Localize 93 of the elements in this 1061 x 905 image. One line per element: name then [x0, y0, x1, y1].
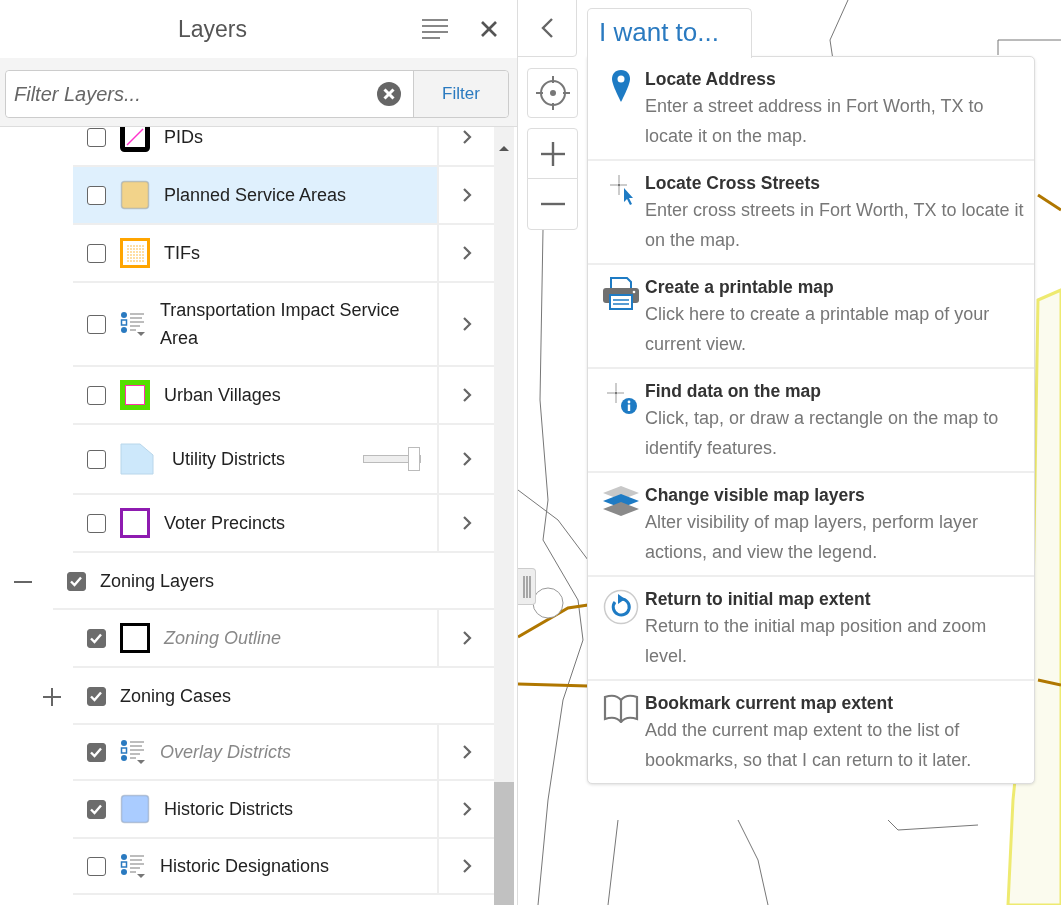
chevron-right-icon — [461, 129, 472, 145]
checkbox[interactable] — [87, 127, 106, 147]
printer-icon — [601, 277, 640, 310]
layer-row[interactable]: Voter Precincts — [73, 495, 437, 553]
menu-item-description: Alter visibility of map layers, perform layer actions, and view the legend. — [645, 511, 980, 564]
minus-icon — [539, 202, 566, 206]
checkbox[interactable] — [87, 856, 106, 876]
menu-item[interactable]: Locate Address Enter a street address in Fort Worth, TX to locate it on the map. — [588, 57, 1034, 161]
chevron-left-icon — [540, 17, 554, 39]
layer-label: Overlay Districts — [160, 741, 291, 764]
layer-label: Utility Districts — [172, 448, 285, 471]
menu-item-title: Find data on the map — [645, 380, 822, 403]
group-label: Zoning Layers — [100, 570, 215, 593]
layer-label: Zoning Outline — [164, 627, 282, 650]
legend-list-icon — [120, 853, 146, 879]
panel-title: Layers — [176, 14, 248, 44]
menu-item-title: Return to initial map extent — [645, 588, 872, 611]
menu-item[interactable]: Return to initial map extent Return to the initial map position and zoom level. — [588, 577, 1034, 681]
menu-item[interactable]: Change visible map layers Alter visibility of map layers, perform layer actions, and view the legend. — [588, 473, 1034, 577]
book-icon — [602, 693, 639, 723]
checkbox[interactable] — [67, 571, 86, 591]
layer-row[interactable]: Historic Districts — [73, 781, 437, 839]
menu-item-title: Locate Cross Streets — [645, 172, 822, 195]
checkbox[interactable] — [87, 185, 106, 205]
layer-label: Transportation Impact Service Area — [160, 299, 401, 350]
layer-label: Urban Villages — [164, 384, 281, 407]
layer-row[interactable]: Urban Villages — [73, 367, 437, 425]
layer-label: Historic Designations — [160, 855, 330, 878]
scrollbar[interactable] — [494, 127, 514, 905]
chevron-right-icon — [461, 858, 472, 874]
menu-item-description: Enter a street address in Fort Worth, TX to locate it on the map. — [645, 95, 985, 148]
layers-icon — [601, 485, 640, 517]
menu-item-title: Change visible map layers — [645, 484, 866, 507]
locate-button[interactable] — [527, 68, 578, 118]
map-pin-icon — [609, 69, 632, 103]
resize-handle[interactable] — [518, 568, 536, 605]
menu-item-description: Enter cross streets in Fort Worth, TX to locate it on the map. — [645, 199, 1025, 252]
layer-row[interactable]: TIFs — [73, 225, 437, 283]
menu-item-description: Click, tap, or draw a rectangle on the map to identify features. — [645, 407, 1000, 460]
checkbox[interactable] — [87, 314, 106, 334]
scrollbar-thumb[interactable] — [494, 782, 514, 905]
opacity-slider[interactable] — [363, 445, 421, 473]
group-label: Zoning Cases — [120, 685, 232, 708]
layer-row[interactable]: Planned Service Areas — [73, 167, 437, 225]
close-icon[interactable] — [481, 21, 497, 37]
chevron-right-icon — [461, 630, 472, 646]
chevron-right-icon — [461, 801, 472, 817]
chevron-right-icon — [461, 515, 472, 531]
layer-label: TIFs — [164, 242, 200, 265]
checkbox[interactable] — [87, 449, 106, 469]
layer-label: Voter Precincts — [164, 512, 286, 535]
checkbox[interactable] — [87, 742, 106, 762]
layer-label: Historic Districts — [164, 798, 293, 821]
layer-row[interactable]: Transportation Impact Service Area — [73, 283, 437, 367]
legend-list-icon — [120, 311, 146, 337]
menu-item[interactable]: Create a printable map Click here to create a printable map of your current view. — [588, 265, 1034, 369]
plus-icon — [539, 140, 566, 167]
layer-row[interactable]: Utility Districts — [73, 425, 437, 495]
checkbox[interactable] — [87, 513, 106, 533]
zoom-in-button[interactable] — [527, 128, 578, 179]
menu-icon[interactable] — [421, 18, 449, 40]
checkbox[interactable] — [87, 385, 106, 405]
chevron-right-icon — [461, 451, 472, 467]
i-want-to-tab[interactable]: I want to... — [587, 8, 752, 58]
slider-thumb[interactable] — [408, 447, 420, 471]
reset-icon — [602, 589, 639, 625]
legend-list-icon — [120, 739, 146, 765]
checkbox[interactable] — [87, 686, 106, 706]
checkbox[interactable] — [87, 628, 106, 648]
checkbox[interactable] — [87, 799, 106, 819]
checkbox[interactable] — [87, 243, 106, 263]
menu-item-description: Click here to create a printable map of your current view. — [645, 303, 991, 356]
menu-item-title: Bookmark current map extent — [645, 692, 894, 715]
chevron-right-icon — [461, 744, 472, 760]
crosshair-icon — [534, 75, 571, 111]
layer-row[interactable]: Zoning Outline — [73, 610, 437, 668]
menu-item-title: Create a printable map — [645, 276, 835, 299]
menu-item-title: Locate Address — [645, 68, 777, 91]
chevron-right-icon — [461, 316, 472, 332]
chevron-right-icon — [461, 245, 472, 261]
expand-icon[interactable] — [42, 686, 62, 707]
chevron-right-icon — [461, 387, 472, 403]
menu-item[interactable]: Locate Cross Streets Enter cross streets in Fort Worth, TX to locate it on the map. — [588, 161, 1034, 265]
menu-item[interactable]: Find data on the map Click, tap, or draw a rectangle on the map to identify features. — [588, 369, 1034, 473]
layer-row[interactable]: Overlay Districts — [73, 725, 437, 781]
menu-item[interactable]: Bookmark current map extent Add the current map extent to the list of bookmarks, so that I can return to it later. — [588, 681, 1034, 783]
crosshair-cursor-icon — [607, 173, 634, 206]
layer-label: Planned Service Areas — [164, 184, 347, 207]
chevron-right-icon — [461, 187, 472, 203]
menu-item-description: Return to the initial map position and zoom level. — [645, 615, 988, 668]
menu-item-description: Add the current map extent to the list of bookmarks, so that I can return to it later. — [645, 719, 973, 772]
layer-label: PIDs — [164, 127, 203, 149]
layer-row[interactable]: Historic Designations — [73, 839, 437, 895]
